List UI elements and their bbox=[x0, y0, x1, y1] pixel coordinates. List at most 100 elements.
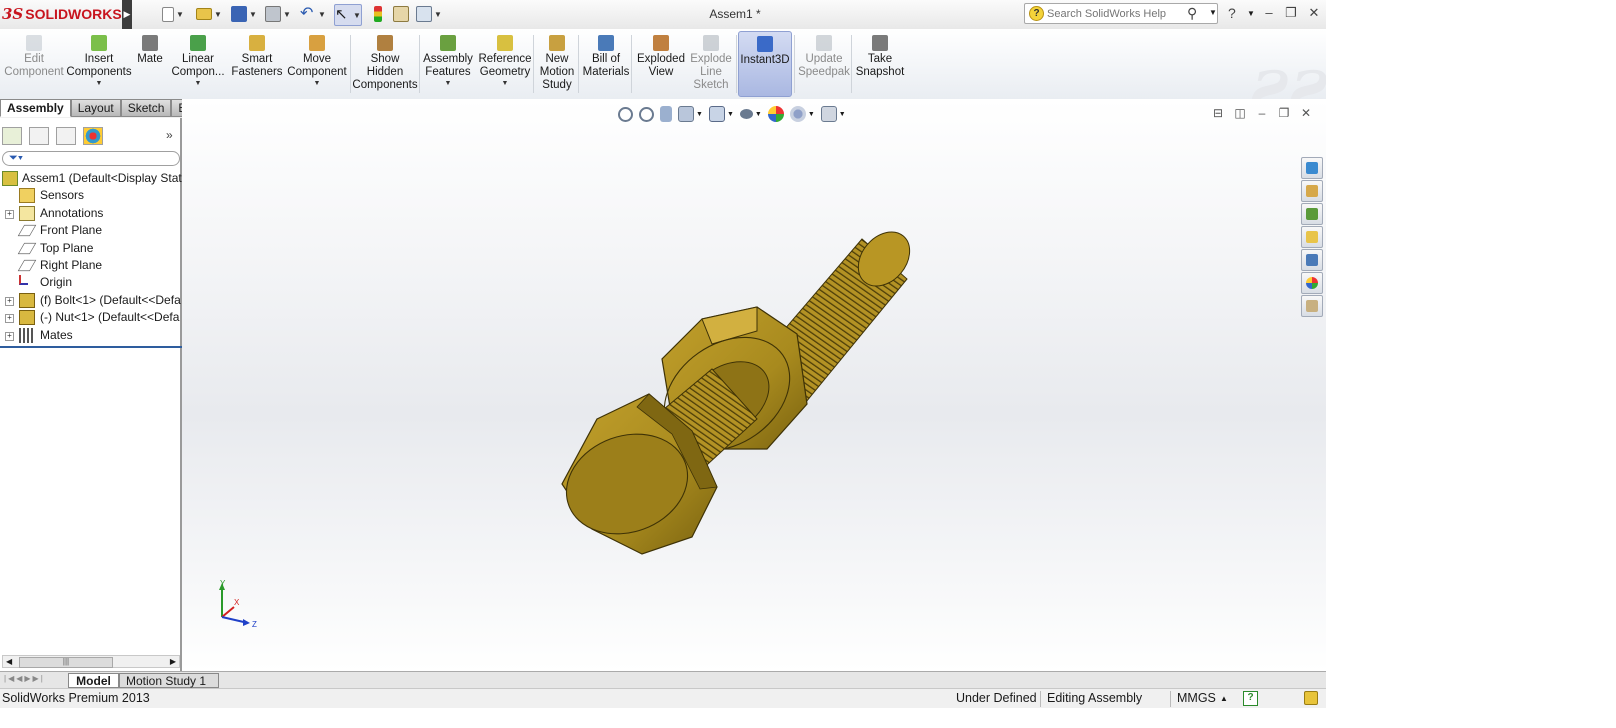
insert-components-button[interactable]: Insert Components ▼ bbox=[66, 31, 132, 97]
tab-motion-study-1[interactable]: Motion Study 1 bbox=[119, 673, 219, 688]
apply-scene-icon[interactable] bbox=[789, 106, 806, 122]
scroll-right-icon[interactable]: ▶ bbox=[170, 656, 176, 667]
search-input[interactable] bbox=[1047, 5, 1187, 22]
chevron-down-icon[interactable]: ▼ bbox=[283, 10, 291, 19]
solidworks-logo[interactable]: 3S SOLIDWORKS bbox=[2, 3, 122, 25]
split-view-vertical-icon[interactable]: ◫ bbox=[1232, 106, 1248, 120]
explode-line-sketch-button[interactable]: Explode Line Sketch bbox=[688, 31, 734, 97]
chevron-down-icon[interactable]: ▼ bbox=[445, 79, 452, 89]
tab-layout[interactable]: Layout bbox=[70, 99, 121, 117]
expand-panel-icon[interactable]: » bbox=[166, 128, 173, 142]
unit-system[interactable]: MMGS bbox=[1177, 689, 1216, 708]
unit-system-menu-icon[interactable]: ▲ bbox=[1220, 689, 1228, 708]
close-icon[interactable]: ✕ bbox=[1305, 5, 1323, 21]
save-button[interactable]: ▼ bbox=[231, 5, 257, 23]
folder-tab[interactable] bbox=[1301, 226, 1323, 248]
restore-icon[interactable]: ❐ bbox=[1282, 5, 1300, 21]
chevron-down-icon[interactable]: ▼ bbox=[727, 111, 734, 118]
move-component-button[interactable]: Move Component ▼ bbox=[285, 31, 349, 97]
tree-node[interactable]: Front Plane bbox=[0, 222, 182, 239]
assembly-features-button[interactable]: Assembly Features ▼ bbox=[423, 31, 473, 97]
update-speedpak-button[interactable]: Update Speedpak bbox=[797, 31, 851, 97]
scroll-left-icon[interactable]: ◀ bbox=[6, 656, 12, 667]
tree-node[interactable]: Right Plane bbox=[0, 257, 182, 274]
display-manager-tab-icon[interactable] bbox=[83, 127, 103, 145]
chevron-down-icon[interactable]: ▼ bbox=[1247, 9, 1255, 18]
tree-node[interactable]: + (-) Nut<1> (Default<<Defa bbox=[0, 309, 182, 326]
scrollbar-thumb[interactable]: ||| bbox=[19, 657, 113, 668]
motion-study-button[interactable]: New Motion Study bbox=[537, 31, 577, 97]
zoom-to-fit-icon[interactable] bbox=[618, 106, 633, 122]
tree-node[interactable]: Top Plane bbox=[0, 240, 182, 257]
expand-icon[interactable]: + bbox=[5, 331, 14, 341]
chevron-down-icon[interactable]: ▼ bbox=[176, 10, 184, 19]
chevron-down-icon[interactable]: ▼ bbox=[96, 79, 103, 89]
chevron-down-icon[interactable]: ▼ bbox=[1209, 8, 1217, 17]
chevron-down-icon[interactable]: ▼ bbox=[696, 111, 703, 118]
previous-view-icon[interactable] bbox=[660, 106, 672, 122]
tree-node[interactable]: Assem1 (Default<Display State bbox=[0, 170, 182, 187]
mate-button[interactable]: Mate bbox=[134, 31, 166, 97]
graphics-area[interactable]: ▼ ▼ ▼ ▼ ▼ ⊟ ◫ – ❐ ✕ Y X Z bbox=[182, 99, 1326, 671]
view-settings-icon[interactable] bbox=[820, 106, 837, 122]
expand-icon[interactable]: + bbox=[5, 314, 14, 324]
reference-geometry-button[interactable]: Reference Geometry ▼ bbox=[478, 31, 532, 97]
new-document-button[interactable]: ▼ bbox=[162, 5, 184, 23]
undo-button[interactable]: ↶ ▼ bbox=[300, 5, 326, 23]
tree-node[interactable]: Origin bbox=[0, 274, 182, 291]
help-icon[interactable]: ? bbox=[1228, 5, 1236, 21]
chevron-down-icon[interactable]: ▼ bbox=[434, 10, 442, 19]
tab-model[interactable]: Model bbox=[68, 673, 119, 688]
view-palette-tab[interactable] bbox=[1301, 249, 1323, 271]
bill-of-materials-button[interactable]: Bill of Materials bbox=[582, 31, 630, 97]
linear-pattern-button[interactable]: Linear Compon... ▼ bbox=[170, 31, 226, 97]
viewport-close-icon[interactable]: ✕ bbox=[1298, 106, 1314, 120]
file-properties-button[interactable] bbox=[393, 5, 409, 23]
configuration-manager-tab-icon[interactable] bbox=[56, 127, 76, 145]
horizontal-scrollbar[interactable]: ◀ ||| ▶ bbox=[2, 655, 180, 668]
tree-node[interactable]: + Mates bbox=[0, 327, 182, 344]
section-view-icon[interactable] bbox=[678, 106, 694, 122]
minimize-icon[interactable]: – bbox=[1260, 5, 1278, 21]
feature-manager-tab-icon[interactable] bbox=[2, 127, 22, 145]
appearances-tab[interactable] bbox=[1301, 272, 1323, 294]
chevron-down-icon[interactable]: ▼ bbox=[353, 11, 361, 20]
viewport-restore-icon[interactable]: ❐ bbox=[1276, 106, 1292, 120]
exploded-view-button[interactable]: Exploded View bbox=[635, 31, 687, 97]
search-icon[interactable]: ⚲ bbox=[1187, 5, 1197, 22]
tab-navigation-icon[interactable]: |◀◀▶▶| bbox=[4, 674, 45, 683]
tree-node[interactable]: + Annotations bbox=[0, 205, 182, 222]
quick-tips-icon[interactable]: ? bbox=[1243, 691, 1258, 706]
viewport-minimize-icon[interactable]: – bbox=[1254, 106, 1270, 120]
rebuild-button[interactable] bbox=[374, 5, 382, 23]
expand-icon[interactable]: + bbox=[5, 296, 14, 306]
open-button[interactable]: ▼ bbox=[196, 5, 222, 23]
file-explorer-tab[interactable] bbox=[1301, 203, 1323, 225]
tab-sketch[interactable]: Sketch bbox=[120, 99, 172, 117]
chevron-down-icon[interactable]: ▼ bbox=[839, 111, 846, 118]
chevron-down-icon[interactable]: ▼ bbox=[502, 79, 509, 89]
display-style-icon[interactable] bbox=[739, 109, 753, 119]
chevron-down-icon[interactable]: ▼ bbox=[195, 79, 202, 89]
custom-properties-tab[interactable] bbox=[1301, 295, 1323, 317]
design-library-tab[interactable] bbox=[1301, 180, 1323, 202]
tags-icon[interactable] bbox=[1304, 691, 1318, 705]
smart-fasteners-button[interactable]: Smart Fasteners bbox=[230, 31, 284, 97]
expand-icon[interactable]: + bbox=[5, 209, 14, 219]
chevron-down-icon[interactable]: ▼ bbox=[314, 79, 321, 89]
search-box[interactable]: ? ⚲ ▼ bbox=[1024, 3, 1218, 24]
property-manager-tab-icon[interactable] bbox=[29, 127, 49, 145]
instant3d-button[interactable]: Instant3D bbox=[738, 31, 792, 97]
menu-expand-arrow-icon[interactable]: ▶ bbox=[122, 0, 132, 29]
chevron-down-icon[interactable]: ▼ bbox=[249, 10, 257, 19]
bolt-and-nut-model[interactable] bbox=[552, 219, 932, 579]
split-view-icon[interactable]: ⊟ bbox=[1210, 106, 1226, 120]
chevron-down-icon[interactable]: ▼ bbox=[808, 111, 815, 118]
print-button[interactable]: ▼ bbox=[265, 5, 291, 23]
select-button[interactable]: ↖ ▼ bbox=[334, 4, 362, 26]
tree-filter[interactable]: ⏷▾ bbox=[2, 151, 180, 166]
chevron-down-icon[interactable]: ▼ bbox=[755, 111, 762, 118]
tree-node[interactable]: + (f) Bolt<1> (Default<<Defa bbox=[0, 292, 182, 309]
view-orientation-icon[interactable] bbox=[708, 106, 725, 122]
tree-node[interactable]: Sensors bbox=[0, 187, 182, 204]
